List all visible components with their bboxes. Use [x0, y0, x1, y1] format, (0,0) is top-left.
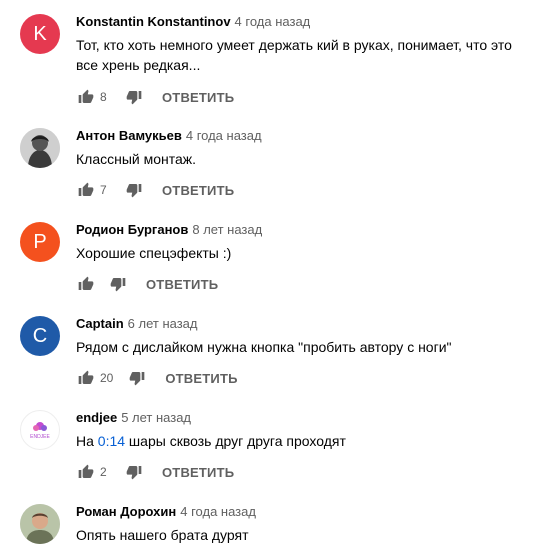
comment-actions: 8 ОТВЕТИТЬ: [76, 87, 234, 107]
dislike-button[interactable]: [124, 87, 144, 107]
author-name[interactable]: Captain: [76, 316, 124, 331]
comment-header: Captain 6 лет назад: [76, 316, 198, 332]
comment-actions: ОТВЕТИТЬ: [76, 274, 218, 294]
comment-time[interactable]: 8 лет назад: [192, 222, 262, 237]
thumbs-down-icon: [126, 184, 142, 198]
comment-actions: 20 ОТВЕТИТЬ: [76, 368, 238, 388]
comment-header: Konstantin Konstantinov 4 года назад: [76, 14, 310, 30]
comment-header: Родион Бурганов 8 лет назад: [76, 222, 262, 238]
dislike-button[interactable]: [124, 462, 144, 482]
comment-time[interactable]: 4 года назад: [180, 504, 256, 519]
comment-time[interactable]: 4 года назад: [235, 14, 311, 29]
like-button[interactable]: [76, 180, 96, 200]
comment-text: Хорошие спецэфекты :): [76, 245, 232, 261]
thumbs-down-icon: [110, 278, 126, 292]
comment-text: Опять нашего брата дурят: [76, 527, 249, 543]
reply-button[interactable]: ОТВЕТИТЬ: [162, 90, 234, 105]
author-name[interactable]: Konstantin Konstantinov: [76, 14, 231, 29]
comment-actions: 7 ОТВЕТИТЬ: [76, 180, 234, 200]
comments-section: K Konstantin Konstantinov 4 года назад То…: [0, 0, 541, 547]
reply-button[interactable]: ОТВЕТИТЬ: [162, 183, 234, 198]
avatar[interactable]: C: [20, 316, 60, 356]
comment-time[interactable]: 4 года назад: [186, 128, 262, 143]
dislike-button[interactable]: [124, 180, 144, 200]
reply-button[interactable]: ОТВЕТИТЬ: [162, 465, 234, 480]
avatar[interactable]: K: [20, 14, 60, 54]
comment-header: Роман Дорохин 4 года назад: [76, 504, 256, 520]
comment-text-after: шары сквозь друг друга проходят: [125, 433, 346, 449]
comment-header: endjee 5 лет назад: [76, 410, 191, 426]
avatar[interactable]: [20, 128, 60, 168]
reply-button[interactable]: ОТВЕТИТЬ: [165, 371, 237, 386]
endjee-logo: ENDJEE: [30, 422, 51, 440]
thumbs-up-icon: [78, 370, 94, 384]
thumbs-down-icon: [130, 372, 145, 386]
avatar[interactable]: ENDJEE: [20, 410, 60, 450]
avatar-photo-icon: [20, 504, 60, 544]
timestamp-link[interactable]: 0:14: [98, 433, 125, 449]
reply-button[interactable]: ОТВЕТИТЬ: [146, 277, 218, 292]
comment-text: Рядом с дислайком нужна кнопка "пробить …: [76, 339, 452, 355]
thumbs-up-icon: [78, 89, 94, 103]
dislike-button[interactable]: [108, 274, 128, 294]
thumbs-up-icon: [78, 182, 94, 196]
thumbs-down-icon: [126, 466, 142, 480]
avatar-letter: C: [32, 324, 48, 347]
avatar[interactable]: Р: [20, 222, 60, 262]
comment-header: Антон Вамукьев 4 года назад: [76, 128, 262, 144]
thumbs-up-icon: [78, 464, 94, 478]
like-count: 7: [100, 183, 107, 197]
comment-text: На 0:14 шары сквозь друг друга проходят: [76, 431, 516, 451]
thumbs-up-icon: [78, 276, 94, 290]
like-count: 8: [100, 90, 107, 104]
author-name[interactable]: Родион Бурганов: [76, 222, 188, 237]
author-name[interactable]: endjee: [76, 410, 117, 425]
comment-actions: 2 ОТВЕТИТЬ: [76, 462, 234, 482]
avatar-photo-icon: [20, 128, 60, 168]
comment-text: Классный монтаж.: [76, 151, 197, 167]
like-count: 20: [100, 371, 114, 385]
dislike-button[interactable]: [127, 368, 147, 388]
thumbs-down-icon: [126, 91, 142, 105]
author-name[interactable]: Антон Вамукьев: [76, 128, 182, 143]
avatar[interactable]: [20, 504, 60, 544]
comment-time[interactable]: 5 лет назад: [121, 410, 191, 425]
avatar-letter: Р: [33, 230, 47, 253]
like-button[interactable]: [76, 368, 96, 388]
comment-text: Тот, кто хоть немного умеет держать кий …: [76, 37, 512, 73]
like-count: 2: [100, 465, 107, 479]
comment-time[interactable]: 6 лет назад: [128, 316, 198, 331]
endjee-logo-text: ENDJEE: [30, 434, 50, 440]
like-button[interactable]: [76, 274, 96, 294]
like-button[interactable]: [76, 87, 96, 107]
like-button[interactable]: [76, 462, 96, 482]
comment-text-before: На: [76, 433, 98, 449]
avatar-letter: K: [33, 22, 47, 45]
author-name[interactable]: Роман Дорохин: [76, 504, 176, 519]
